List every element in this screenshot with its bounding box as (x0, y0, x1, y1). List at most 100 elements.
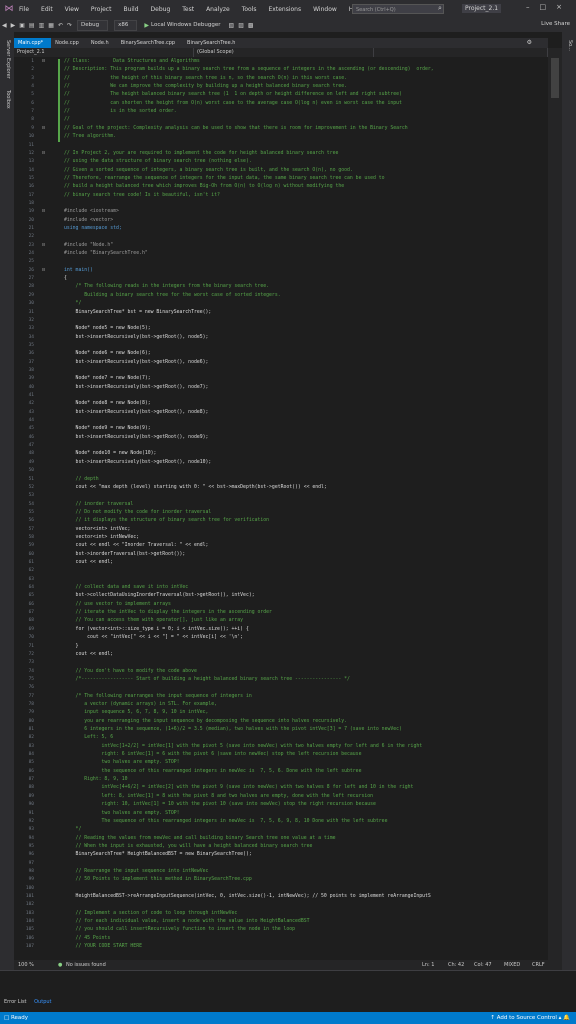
code-line[interactable]: /* The following reads in the integers f… (64, 284, 270, 289)
member-dropdown[interactable] (374, 48, 548, 57)
code-line[interactable]: // Reading the values from newVec and ca… (64, 836, 336, 841)
code-line[interactable]: using namespace std; (64, 226, 122, 231)
tab-main-cpp[interactable]: Main.cpp* (14, 38, 52, 48)
code-line[interactable]: // Description: This program builds up a… (64, 67, 434, 72)
menu-project[interactable]: Project (91, 6, 112, 13)
code-line[interactable]: */ (64, 827, 82, 832)
redo-icon[interactable]: ↷ (67, 22, 72, 29)
code-line[interactable]: cout << endl; (64, 560, 114, 565)
vertical-scrollbar[interactable] (548, 48, 562, 960)
code-line[interactable]: cout << endl; (64, 652, 114, 657)
live-share-button[interactable]: Live Share (541, 21, 570, 27)
code-line[interactable]: */ (64, 301, 82, 306)
whitespace-mode[interactable]: MIXED (504, 960, 520, 970)
code-line[interactable]: bst->insertRecursively(bst->getRoot(), n… (64, 335, 209, 340)
back-icon[interactable]: ◀ (2, 22, 7, 29)
tab-output[interactable]: Output (34, 999, 51, 1005)
fold-toggle-icon[interactable]: ⊟ (42, 267, 45, 273)
code-line[interactable]: vector<int> intVec; (64, 527, 131, 532)
fold-toggle-icon[interactable]: ⊟ (42, 58, 45, 64)
menu-analyze[interactable]: Analyze (206, 6, 230, 13)
code-line[interactable]: bst->insertRecursively(bst->getRoot(), n… (64, 460, 212, 465)
code-line[interactable]: // We can improve the complexity by buil… (64, 84, 347, 89)
code-line[interactable]: // inorder traversal (64, 502, 134, 507)
scope-dropdown[interactable]: (Global Scope) (194, 48, 374, 57)
code-line[interactable]: right: 10, intVec[1] = 10 with the pivot… (64, 802, 376, 807)
code-line[interactable]: The sequence of this rearranged integers… (64, 819, 388, 824)
code-line[interactable]: // Goal of the project: Complexity analy… (64, 126, 408, 131)
code-line[interactable]: #include "Node.h" (64, 243, 113, 248)
code-line[interactable]: Node* node6 = new Node(6); (64, 351, 151, 356)
code-line[interactable]: two halves are empty. STOP! (64, 760, 180, 765)
menu-extensions[interactable]: Extensions (269, 6, 302, 13)
code-line[interactable]: // binary search tree code! Is it beauti… (64, 193, 220, 198)
fold-toggle-icon[interactable]: ⊟ (42, 208, 45, 214)
code-line[interactable]: { (64, 276, 67, 281)
code-line[interactable]: // for each individual value, insert a n… (64, 919, 310, 924)
menu-test[interactable]: Test (182, 6, 194, 13)
code-line[interactable]: // use vector to implement arrays (64, 602, 171, 607)
close-icon[interactable]: × (556, 3, 572, 11)
menu-edit[interactable]: Edit (41, 6, 53, 13)
minimize-icon[interactable]: – (526, 3, 540, 11)
code-line[interactable]: // The height balanced binary search tre… (64, 92, 402, 97)
code-line[interactable]: // you should call insertRecursively fun… (64, 927, 296, 932)
fold-toggle-icon[interactable]: ⊟ (42, 242, 45, 248)
code-line[interactable]: #include "BinarySearchTree.h" (64, 251, 148, 256)
code-line[interactable]: // YOUR CODE START HERE (64, 944, 142, 949)
code-line[interactable]: Node* node7 = new Node(7); (64, 376, 151, 381)
code-line[interactable]: intVec[4+6/2] = intVec[2] with the pivot… (64, 785, 414, 790)
tab-overflow-icon[interactable]: ⚙ (527, 38, 532, 48)
code-line[interactable]: // Tree algorithm. (64, 134, 116, 139)
code-line[interactable]: // In Project 2, your are required to im… (64, 151, 338, 156)
menu-debug[interactable]: Debug (151, 6, 171, 13)
code-line[interactable]: Node* node5 = new Node(5); (64, 326, 151, 331)
code-line[interactable]: // (64, 117, 70, 122)
code-line[interactable]: Node* node10 = new Node(10); (64, 451, 157, 456)
code-line[interactable]: bst->insertRecursively(bst->getRoot(), n… (64, 435, 209, 440)
code-line[interactable]: bst->insertRecursively(bst->getRoot(), n… (64, 360, 209, 365)
code-line[interactable]: bst->insertRecursively(bst->getRoot(), n… (64, 410, 209, 415)
code-line[interactable]: // Implement a section of code to loop t… (64, 911, 238, 916)
issues-status[interactable]: No issues found (66, 960, 106, 970)
code-line[interactable]: cout << endl << "Inorder Traversal: " <<… (64, 543, 209, 548)
code-line[interactable]: bst->insertRecursively(bst->getRoot(), n… (64, 385, 209, 390)
configuration-dropdown[interactable]: Debug (77, 19, 109, 31)
run-icon[interactable]: ▶ (144, 22, 149, 29)
search-input[interactable]: Search (Ctrl+Q) (352, 4, 444, 14)
line-ending[interactable]: CRLF (532, 960, 545, 970)
toolbar-extra-icon[interactable]: ▧ (229, 22, 235, 29)
code-line[interactable]: } (64, 644, 79, 649)
code-line[interactable]: // is in the sorted order. (64, 109, 177, 114)
code-line[interactable]: // collect data and save it into intVec (64, 585, 189, 590)
code-line[interactable]: /*------------------ Start of building a… (64, 677, 350, 682)
code-line[interactable]: // depth (64, 477, 99, 482)
code-line[interactable]: // it displays the structure of binary s… (64, 518, 270, 523)
project-dropdown[interactable]: Project_2.1 (14, 48, 194, 57)
code-line[interactable]: a vector (dynamic arrays) in STL. For ex… (64, 702, 217, 707)
menu-window[interactable]: Window (313, 6, 337, 13)
code-line[interactable]: #include <iostream> (64, 209, 119, 214)
code-line[interactable]: Node* node9 = new Node(9); (64, 426, 151, 431)
menu-file[interactable]: File (19, 6, 29, 13)
code-line[interactable]: vector<int> intNewVec; (64, 535, 140, 540)
zoom-level[interactable]: 100 % (18, 960, 34, 970)
code-line[interactable]: // Therefore, rearrange the sequence of … (64, 176, 385, 181)
menu-build[interactable]: Build (123, 6, 138, 13)
toolbox-tab[interactable]: Toolbox (5, 90, 11, 109)
code-line[interactable]: int main() (64, 268, 93, 273)
code-line[interactable]: Building a binary search tree for the wo… (64, 293, 280, 298)
save-icon[interactable]: ▥ (39, 22, 45, 29)
menu-view[interactable]: View (65, 6, 79, 13)
code-line[interactable]: // iterate the intVec to display the int… (64, 610, 272, 615)
server-explorer-tab[interactable]: Server Explorer (5, 40, 11, 79)
code-line[interactable]: Left: 5, 6 (64, 735, 113, 740)
toolbar-extra-icon-3[interactable]: ▩ (248, 22, 254, 29)
fold-toggle-icon[interactable]: ⊟ (42, 125, 45, 131)
solution-explorer-tab[interactable]: So... (567, 40, 573, 51)
tab-bst-h[interactable]: BinarySearchTree.h (183, 38, 243, 48)
code-line[interactable]: // Rearrange the input sequence into int… (64, 869, 209, 874)
code-line[interactable]: right: 6 intVec[1] = 6 with the pivot 6 … (64, 752, 362, 757)
code-line[interactable]: // 45 Points (64, 936, 111, 941)
menu-tools[interactable]: Tools (242, 6, 257, 13)
